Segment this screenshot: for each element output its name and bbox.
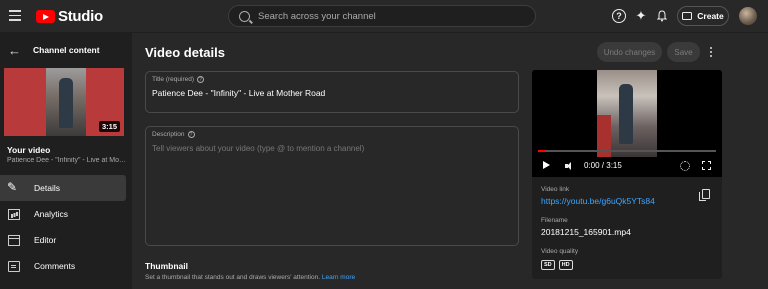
play-icon[interactable] xyxy=(543,161,550,169)
your-video-title: Patience Dee - "Infinity" - Live at Moth… xyxy=(7,157,127,164)
search-icon[interactable] xyxy=(239,10,250,22)
description-field-label: Description ? xyxy=(152,131,195,138)
sidebar-item-label: Editor xyxy=(34,235,57,245)
sidebar-item-label: Comments xyxy=(34,261,76,271)
analytics-icon xyxy=(8,208,20,220)
sidebar-item-details[interactable]: Details xyxy=(0,175,126,201)
video-preview-panel: 0:00 / 3:15 Video link https://youtu.be/… xyxy=(532,70,722,279)
duration-badge: 3:15 xyxy=(98,121,120,132)
filename-value: 20181215_165901.mp4 xyxy=(541,227,631,237)
quality-badge-hd: HD xyxy=(558,260,573,270)
description-field[interactable]: Description ? xyxy=(145,126,519,246)
filename-label: Filename xyxy=(541,217,568,224)
description-label-text: Description xyxy=(152,131,185,138)
sidebar-item-comments[interactable]: Comments xyxy=(0,253,132,279)
help-icon[interactable]: ? xyxy=(612,9,626,23)
thumbnail-heading: Thumbnail xyxy=(145,261,188,271)
youtube-play-icon xyxy=(36,10,55,23)
fullscreen-icon[interactable] xyxy=(701,160,712,171)
time-display: 0:00 / 3:15 xyxy=(584,161,622,170)
create-label: Create xyxy=(697,11,724,21)
hamburger-menu-icon[interactable] xyxy=(9,10,21,21)
sidebar: ← Channel content 3:15 Your video Patien… xyxy=(0,33,132,289)
video-quality-badges: SD HD xyxy=(541,260,577,270)
video-link[interactable]: https://youtu.be/g6uQk5YTs84 xyxy=(541,196,655,206)
save-button[interactable]: Save xyxy=(667,42,700,62)
title-label-text: Title (required) xyxy=(152,76,195,83)
studio-logo[interactable]: Studio xyxy=(36,8,103,25)
avatar[interactable] xyxy=(739,7,757,25)
copy-icon[interactable] xyxy=(699,189,710,201)
sidebar-item-analytics[interactable]: Analytics xyxy=(0,201,132,227)
back-arrow-icon[interactable]: ← xyxy=(8,43,22,58)
back-to-channel-content[interactable]: ← Channel content xyxy=(0,33,132,67)
back-label: Channel content xyxy=(33,45,100,55)
sidebar-item-editor[interactable]: Editor xyxy=(0,227,132,253)
sidebar-item-label: Analytics xyxy=(34,209,69,219)
settings-gear-icon[interactable] xyxy=(680,161,690,171)
your-video-heading: Your video xyxy=(7,145,51,155)
video-player[interactable]: 0:00 / 3:15 xyxy=(532,70,722,177)
sparkle-icon[interactable]: ✦ xyxy=(634,8,648,23)
thumbnail-figure xyxy=(59,78,73,128)
video-thumbnail[interactable]: 3:15 xyxy=(4,68,124,136)
video-add-icon xyxy=(682,12,693,20)
progress-bar[interactable] xyxy=(538,150,716,152)
help-icon[interactable]: ? xyxy=(187,131,195,138)
thumbnail-subtext-text: Set a thumbnail that stands out and draw… xyxy=(145,274,321,281)
thumbnail-subtext: Set a thumbnail that stands out and draw… xyxy=(145,274,355,281)
top-bar: Studio ? ✦ Create xyxy=(0,0,768,33)
volume-icon[interactable] xyxy=(565,162,574,170)
more-options-icon[interactable] xyxy=(707,45,715,59)
notifications-bell-icon[interactable] xyxy=(655,9,669,23)
title-input[interactable]: Patience Dee - "Infinity" - Live at Moth… xyxy=(152,88,325,98)
frame-figure xyxy=(619,84,633,144)
video-frame xyxy=(597,70,657,157)
create-button[interactable]: Create xyxy=(677,6,729,26)
logo-text: Studio xyxy=(58,8,103,25)
search-input[interactable] xyxy=(258,10,518,22)
progress-fill xyxy=(538,150,546,152)
sidebar-nav: Details Analytics Editor Comments xyxy=(0,175,132,279)
sidebar-item-label: Details xyxy=(34,183,60,193)
page-title: Video details xyxy=(145,45,225,60)
description-input[interactable] xyxy=(152,144,512,153)
title-field-label: Title (required) ? xyxy=(152,76,205,83)
title-field[interactable]: Title (required) ? Patience Dee - "Infin… xyxy=(145,71,519,113)
pencil-icon xyxy=(7,180,20,194)
quality-badge-sd: SD xyxy=(541,260,555,270)
search-bar[interactable] xyxy=(228,5,536,27)
learn-more-link[interactable]: Learn more xyxy=(322,274,355,281)
video-link-label: Video link xyxy=(541,186,570,193)
editor-icon xyxy=(8,234,20,246)
help-icon[interactable]: ? xyxy=(197,76,205,83)
comments-icon xyxy=(8,260,20,272)
video-quality-label: Video quality xyxy=(541,248,579,255)
undo-changes-button[interactable]: Undo changes xyxy=(597,42,662,62)
